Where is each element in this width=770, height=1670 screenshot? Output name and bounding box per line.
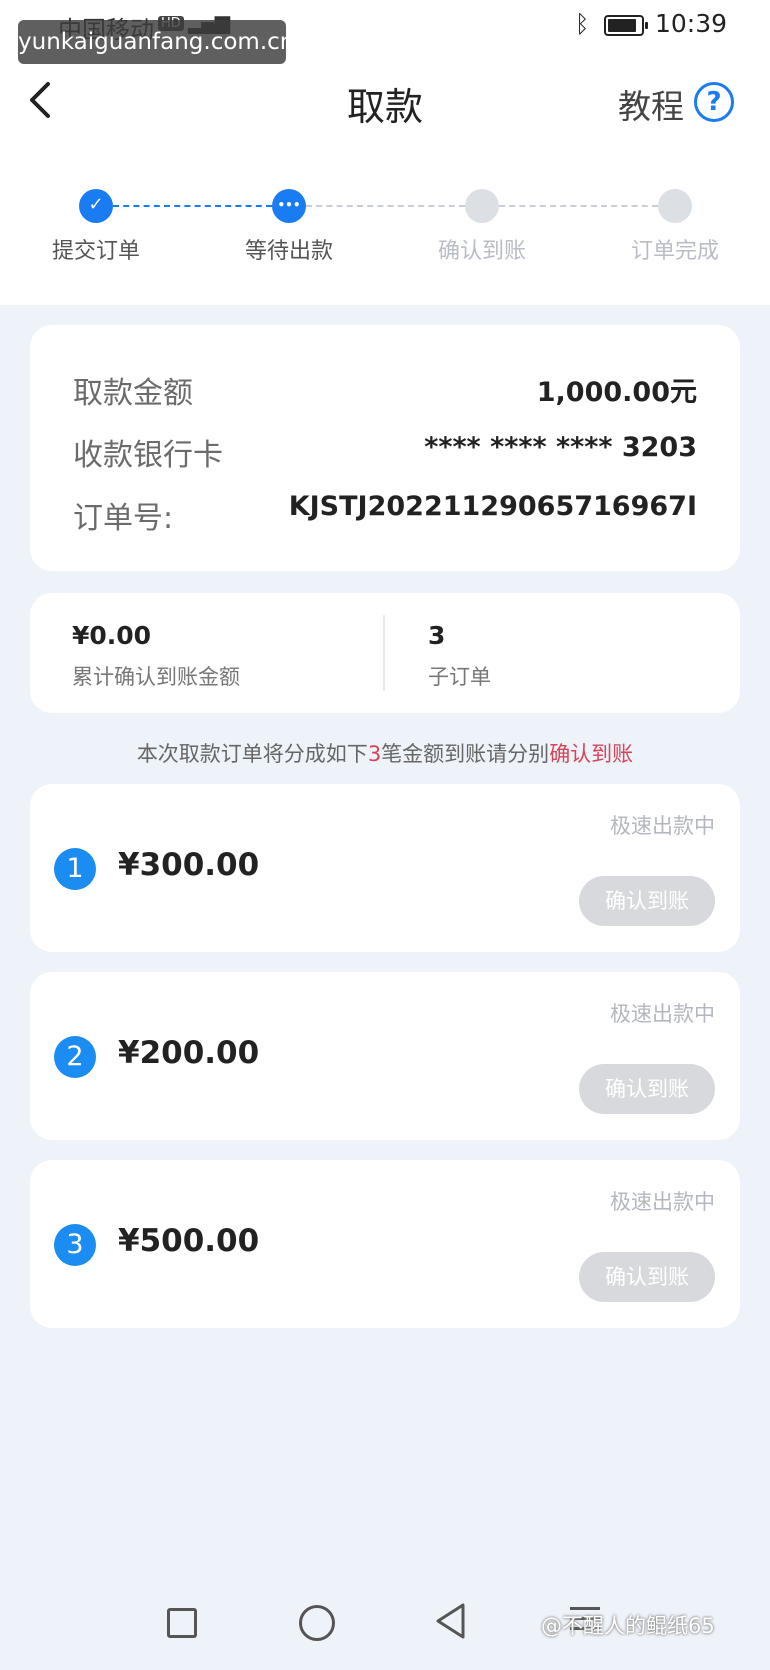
order-index-badge: 1 [54, 848, 96, 890]
summary-divider [383, 615, 385, 691]
summary-card: ¥0.00 累计确认到账金额 3 子订单 [30, 593, 740, 713]
order-status: 极速出款中 [610, 1002, 715, 1026]
step-label-submitted: 提交订单 [51, 239, 140, 264]
sub-order-card: 极速出款中 3 ¥500.00 确认到账 [30, 1160, 740, 1328]
tutorial-link[interactable]: 教程 [618, 80, 684, 128]
confirmed-amount-label: 累计确认到账金额 [72, 665, 240, 689]
confirm-receipt-button[interactable]: 确认到账 [579, 1064, 715, 1114]
bank-card-label: 收款银行卡 [73, 438, 223, 473]
order-status: 极速出款中 [610, 1190, 715, 1214]
amount-label: 取款金额 [73, 376, 193, 411]
step-label-waiting: 等待出款 [244, 239, 333, 264]
status-time: 10:39 [655, 9, 728, 38]
confirm-receipt-button[interactable]: 确认到账 [579, 1252, 715, 1302]
bank-card-value: **** **** **** 3203 [424, 432, 697, 463]
notice-middle: 笔金额到账请分别 [381, 742, 550, 766]
circle-icon[interactable] [299, 1605, 335, 1641]
watermark-bottom: @不醒人的鲲纸65 [541, 1614, 715, 1638]
confirmed-amount-value: ¥0.00 [72, 621, 152, 650]
progress-steps: ✓ ••• 提交订单 等待出款 确认到账 订单完成 [0, 186, 770, 266]
sub-order-count: 3 [428, 621, 446, 650]
order-index-badge: 2 [54, 1036, 96, 1078]
order-amount: ¥500.00 [118, 1223, 260, 1259]
step-dot-submitted: ✓ [79, 189, 113, 223]
sub-order-card: 极速出款中 1 ¥300.00 确认到账 [30, 784, 740, 952]
order-number-value: KJSTJ20221129065716967I [288, 491, 697, 522]
split-notice: 本次取款订单将分成如下3笔金额到账请分别确认到账 [0, 738, 770, 768]
bluetooth-icon: ᛒ [575, 10, 590, 38]
battery-icon [604, 15, 648, 36]
step-dot-complete [658, 189, 692, 223]
step-label-confirm: 确认到账 [437, 239, 526, 264]
notice-action: 确认到账 [549, 742, 634, 766]
order-status: 极速出款中 [610, 814, 715, 838]
notice-prefix: 本次取款订单将分成如下 [136, 742, 368, 766]
confirm-receipt-button[interactable]: 确认到账 [579, 876, 715, 926]
sub-order-label: 子订单 [428, 665, 491, 689]
step-connector [306, 205, 465, 207]
order-amount: ¥200.00 [118, 1035, 260, 1071]
order-amount: ¥300.00 [118, 847, 260, 883]
step-connector [113, 205, 272, 207]
order-index-badge: 3 [54, 1224, 96, 1266]
sub-order-card: 极速出款中 2 ¥200.00 确认到账 [30, 972, 740, 1140]
step-dot-waiting: ••• [272, 189, 306, 223]
watermark-top: yunkaiguanfang.com.cn [18, 20, 294, 64]
question-circle-icon[interactable]: ? [694, 82, 734, 122]
step-label-complete: 订单完成 [630, 239, 719, 264]
withdraw-info-card: 取款金额 1,000.00元 收款银行卡 **** **** **** 3203… [30, 325, 740, 571]
step-dot-confirm [465, 189, 499, 223]
order-number-label: 订单号: [73, 501, 174, 536]
notice-count: 3 [367, 742, 382, 766]
step-connector [499, 205, 658, 207]
amount-value: 1,000.00元 [536, 377, 697, 408]
square-icon[interactable] [167, 1608, 197, 1638]
triangle-back-icon[interactable] [433, 1601, 469, 1641]
